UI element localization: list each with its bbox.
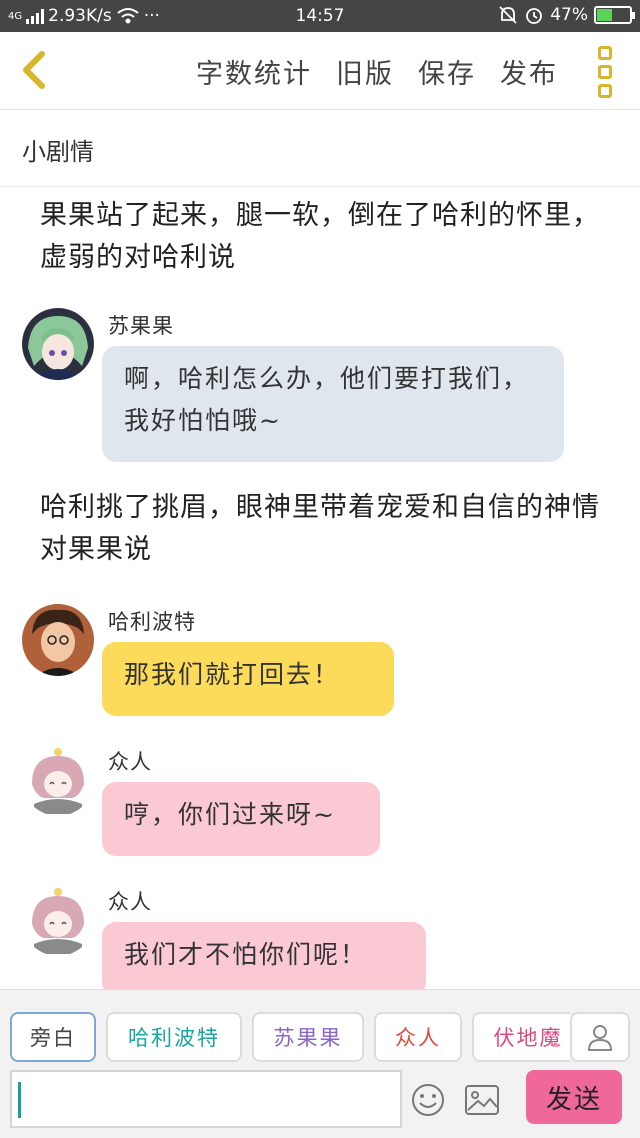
sender-name: 苏果果: [108, 314, 174, 338]
role-selector: 旁白 哈利波特 苏果果 众人 伏地魔: [10, 1012, 570, 1064]
old-version-button[interactable]: 旧版: [336, 52, 394, 91]
avatar[interactable]: [22, 884, 94, 956]
role-tab-voldemort[interactable]: 伏地魔: [472, 1012, 570, 1062]
publish-button[interactable]: 发布: [500, 52, 558, 91]
message-bubble[interactable]: 那我们就打回去！: [102, 642, 394, 716]
avatar[interactable]: [22, 308, 94, 380]
chat-area[interactable]: 果果站了起来，腿一软，倒在了哈利的怀里，虚弱的对哈利说 苏果果 啊，哈利怎么办，…: [0, 187, 640, 989]
emoji-icon[interactable]: [410, 1082, 446, 1118]
message-bubble[interactable]: 我们才不怕你们呢！: [102, 922, 426, 989]
battery-icon: [594, 6, 635, 24]
status-bar: 4G 2.93K/s ··· 14:57 47%: [0, 0, 640, 32]
sender-name: 哈利波特: [108, 610, 196, 634]
header-actions: 字数统计 旧版 保存 发布: [196, 52, 558, 91]
role-tab-su-guoguo[interactable]: 苏果果: [252, 1012, 364, 1062]
user-switch-button[interactable]: [570, 1012, 630, 1062]
back-button[interactable]: [14, 48, 58, 92]
message-bubble[interactable]: 啊，哈利怎么办，他们要打我们，我好怕怕哦~: [102, 346, 564, 462]
section-title: 小剧情: [22, 138, 94, 166]
battery-fill: [597, 9, 613, 21]
status-right: 47%: [498, 5, 635, 25]
avatar[interactable]: [22, 744, 94, 816]
user-icon: [587, 1025, 613, 1051]
role-tab-harry[interactable]: 哈利波特: [106, 1012, 242, 1062]
role-tab-narrator[interactable]: 旁白: [10, 1012, 96, 1062]
narration-text[interactable]: 果果站了起来，腿一软，倒在了哈利的怀里，虚弱的对哈利说: [40, 195, 600, 279]
word-count-button[interactable]: 字数统计: [196, 52, 312, 91]
image-icon[interactable]: [464, 1084, 500, 1116]
sender-name: 众人: [108, 750, 152, 774]
alarm-icon: [526, 8, 543, 24]
battery-percent: 47%: [550, 5, 588, 25]
more-vertical-icon[interactable]: [598, 46, 614, 98]
input-bar: 旁白 哈利波特 苏果果 众人 伏地魔 发送: [0, 989, 640, 1138]
narration-text[interactable]: 哈利挑了挑眉，眼神里带着宠爱和自信的神情对果果说: [40, 487, 600, 571]
sender-name: 众人: [108, 890, 152, 914]
header: 字数统计 旧版 保存 发布: [0, 32, 640, 110]
send-button[interactable]: 发送: [526, 1070, 622, 1124]
message-bubble[interactable]: 哼，你们过来呀~: [102, 782, 380, 856]
chevron-left-icon: [23, 51, 45, 89]
avatar[interactable]: [22, 604, 94, 676]
text-caret: [18, 1082, 21, 1118]
role-tab-crowd[interactable]: 众人: [374, 1012, 462, 1062]
mute-bell-icon: [499, 6, 517, 24]
message-input[interactable]: [10, 1070, 402, 1128]
save-button[interactable]: 保存: [418, 52, 476, 91]
